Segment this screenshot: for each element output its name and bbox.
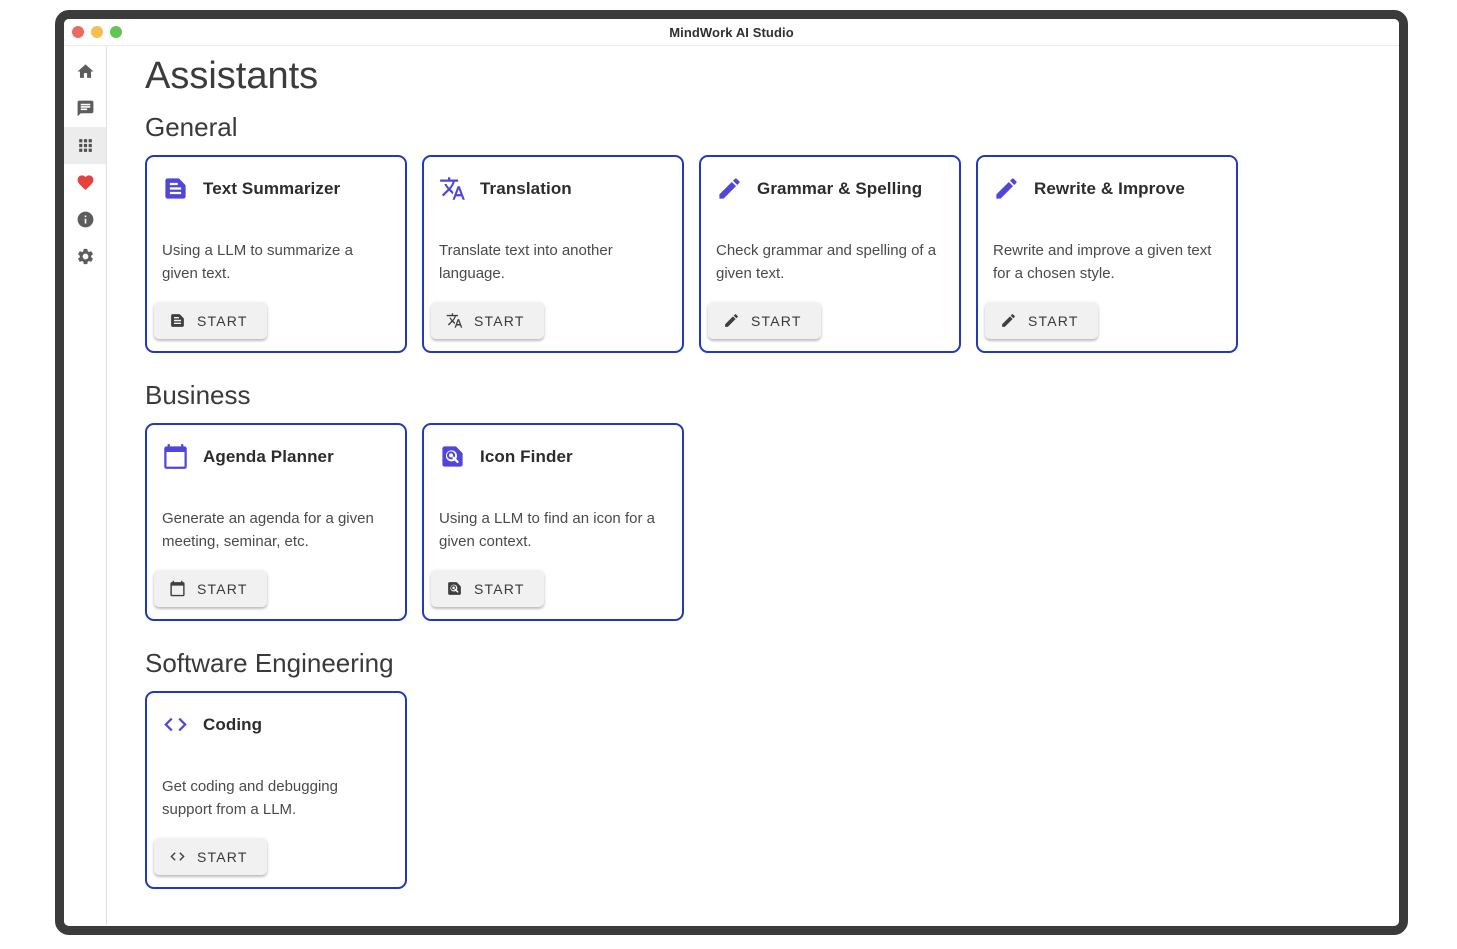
card-title: Translation bbox=[480, 179, 572, 199]
chat-icon bbox=[76, 99, 95, 118]
calendar-icon bbox=[169, 580, 186, 597]
sidebar-item-chat[interactable] bbox=[64, 90, 106, 127]
translate-icon bbox=[446, 312, 463, 329]
code-icon bbox=[169, 848, 186, 865]
text-snippet-icon bbox=[162, 175, 189, 202]
start-button[interactable]: START bbox=[431, 570, 544, 607]
apps-icon bbox=[76, 136, 95, 155]
card-description: Translate text into another language. bbox=[439, 239, 667, 302]
info-icon bbox=[76, 210, 95, 229]
icon-search-icon bbox=[446, 580, 463, 597]
card-description: Generate an agenda for a given meeting, … bbox=[162, 507, 390, 570]
text-snippet-icon bbox=[162, 175, 189, 202]
section-heading: General bbox=[145, 112, 1379, 143]
start-button-label: START bbox=[474, 581, 525, 597]
calendar-icon bbox=[162, 443, 189, 470]
card-header: Coding bbox=[162, 711, 390, 738]
code-icon bbox=[162, 711, 189, 738]
card-description: Get coding and debugging support from a … bbox=[162, 775, 390, 838]
start-button-label: START bbox=[197, 849, 248, 865]
sidebar-item-info[interactable] bbox=[64, 201, 106, 238]
start-button-label: START bbox=[197, 313, 248, 329]
start-button-label: START bbox=[751, 313, 802, 329]
section-heading: Business bbox=[145, 380, 1379, 411]
card-title: Coding bbox=[203, 715, 262, 735]
assistant-section: Software Engineering Coding Get coding a… bbox=[145, 648, 1379, 889]
start-button[interactable]: START bbox=[985, 302, 1098, 339]
favorite-icon bbox=[76, 173, 95, 192]
calendar-icon bbox=[162, 443, 189, 470]
code-icon bbox=[169, 848, 186, 865]
edit-icon bbox=[993, 175, 1020, 202]
edit-icon bbox=[1000, 312, 1017, 329]
edit-icon bbox=[716, 175, 743, 202]
assistant-section: General Text Summarizer Using a LLM to s… bbox=[145, 112, 1379, 353]
assistant-section: Business Agenda Planner Generate an agen… bbox=[145, 380, 1379, 621]
edit-icon bbox=[993, 175, 1020, 202]
start-button[interactable]: START bbox=[154, 838, 267, 875]
card-title: Text Summarizer bbox=[203, 179, 340, 199]
sidebar-item-apps[interactable] bbox=[64, 127, 106, 164]
zoom-button[interactable] bbox=[110, 26, 122, 38]
titlebar: MindWork AI Studio bbox=[64, 19, 1399, 46]
text-snippet-icon bbox=[169, 312, 186, 329]
settings-icon bbox=[76, 247, 95, 266]
card-header: Icon Finder bbox=[439, 443, 667, 470]
start-button[interactable]: START bbox=[154, 570, 267, 607]
sidebar-item-settings[interactable] bbox=[64, 238, 106, 275]
card-header: Text Summarizer bbox=[162, 175, 390, 202]
home-icon bbox=[76, 62, 95, 81]
edit-icon bbox=[723, 312, 740, 329]
app-window: MindWork AI Studio Assistants General Te… bbox=[55, 10, 1408, 935]
card-description: Using a LLM to find an icon for a given … bbox=[439, 507, 667, 570]
icon-search-icon bbox=[439, 443, 466, 470]
card-description: Rewrite and improve a given text for a c… bbox=[993, 239, 1221, 302]
close-button[interactable] bbox=[72, 26, 84, 38]
edit-icon bbox=[1000, 312, 1017, 329]
text-snippet-icon bbox=[169, 312, 186, 329]
card-title: Icon Finder bbox=[480, 447, 573, 467]
edit-icon bbox=[716, 175, 743, 202]
card-title: Rewrite & Improve bbox=[1034, 179, 1185, 199]
card-title: Grammar & Spelling bbox=[757, 179, 922, 199]
assistant-card: Translation Translate text into another … bbox=[422, 155, 684, 353]
start-button-label: START bbox=[197, 581, 248, 597]
assistant-card: Icon Finder Using a LLM to find an icon … bbox=[422, 423, 684, 621]
start-button-label: START bbox=[474, 313, 525, 329]
card-header: Translation bbox=[439, 175, 667, 202]
card-title: Agenda Planner bbox=[203, 447, 334, 467]
page-title: Assistants bbox=[145, 54, 1379, 98]
card-header: Rewrite & Improve bbox=[993, 175, 1221, 202]
sidebar-item-favorite[interactable] bbox=[64, 164, 106, 201]
card-description: Check grammar and spelling of a given te… bbox=[716, 239, 944, 302]
assistant-card: Grammar & Spelling Check grammar and spe… bbox=[699, 155, 961, 353]
start-button[interactable]: START bbox=[154, 302, 267, 339]
minimize-button[interactable] bbox=[91, 26, 103, 38]
sidebar-item-home[interactable] bbox=[64, 53, 106, 90]
assistant-card: Coding Get coding and debugging support … bbox=[145, 691, 407, 889]
icon-search-icon bbox=[446, 580, 463, 597]
sidebar bbox=[64, 46, 107, 925]
assistant-card: Agenda Planner Generate an agenda for a … bbox=[145, 423, 407, 621]
code-icon bbox=[162, 711, 189, 738]
translate-icon bbox=[446, 312, 463, 329]
card-description: Using a LLM to summarize a given text. bbox=[162, 239, 390, 302]
section-heading: Software Engineering bbox=[145, 648, 1379, 679]
window-title: MindWork AI Studio bbox=[64, 25, 1399, 40]
translate-icon bbox=[439, 175, 466, 202]
icon-search-icon bbox=[439, 443, 466, 470]
start-button[interactable]: START bbox=[431, 302, 544, 339]
main-content: Assistants General Text Summarizer Using… bbox=[107, 46, 1399, 925]
edit-icon bbox=[723, 312, 740, 329]
card-header: Agenda Planner bbox=[162, 443, 390, 470]
calendar-icon bbox=[169, 580, 186, 597]
assistant-card: Text Summarizer Using a LLM to summarize… bbox=[145, 155, 407, 353]
translate-icon bbox=[439, 175, 466, 202]
assistant-card: Rewrite & Improve Rewrite and improve a … bbox=[976, 155, 1238, 353]
start-button[interactable]: START bbox=[708, 302, 821, 339]
traffic-lights bbox=[64, 26, 122, 38]
card-header: Grammar & Spelling bbox=[716, 175, 944, 202]
start-button-label: START bbox=[1028, 313, 1079, 329]
